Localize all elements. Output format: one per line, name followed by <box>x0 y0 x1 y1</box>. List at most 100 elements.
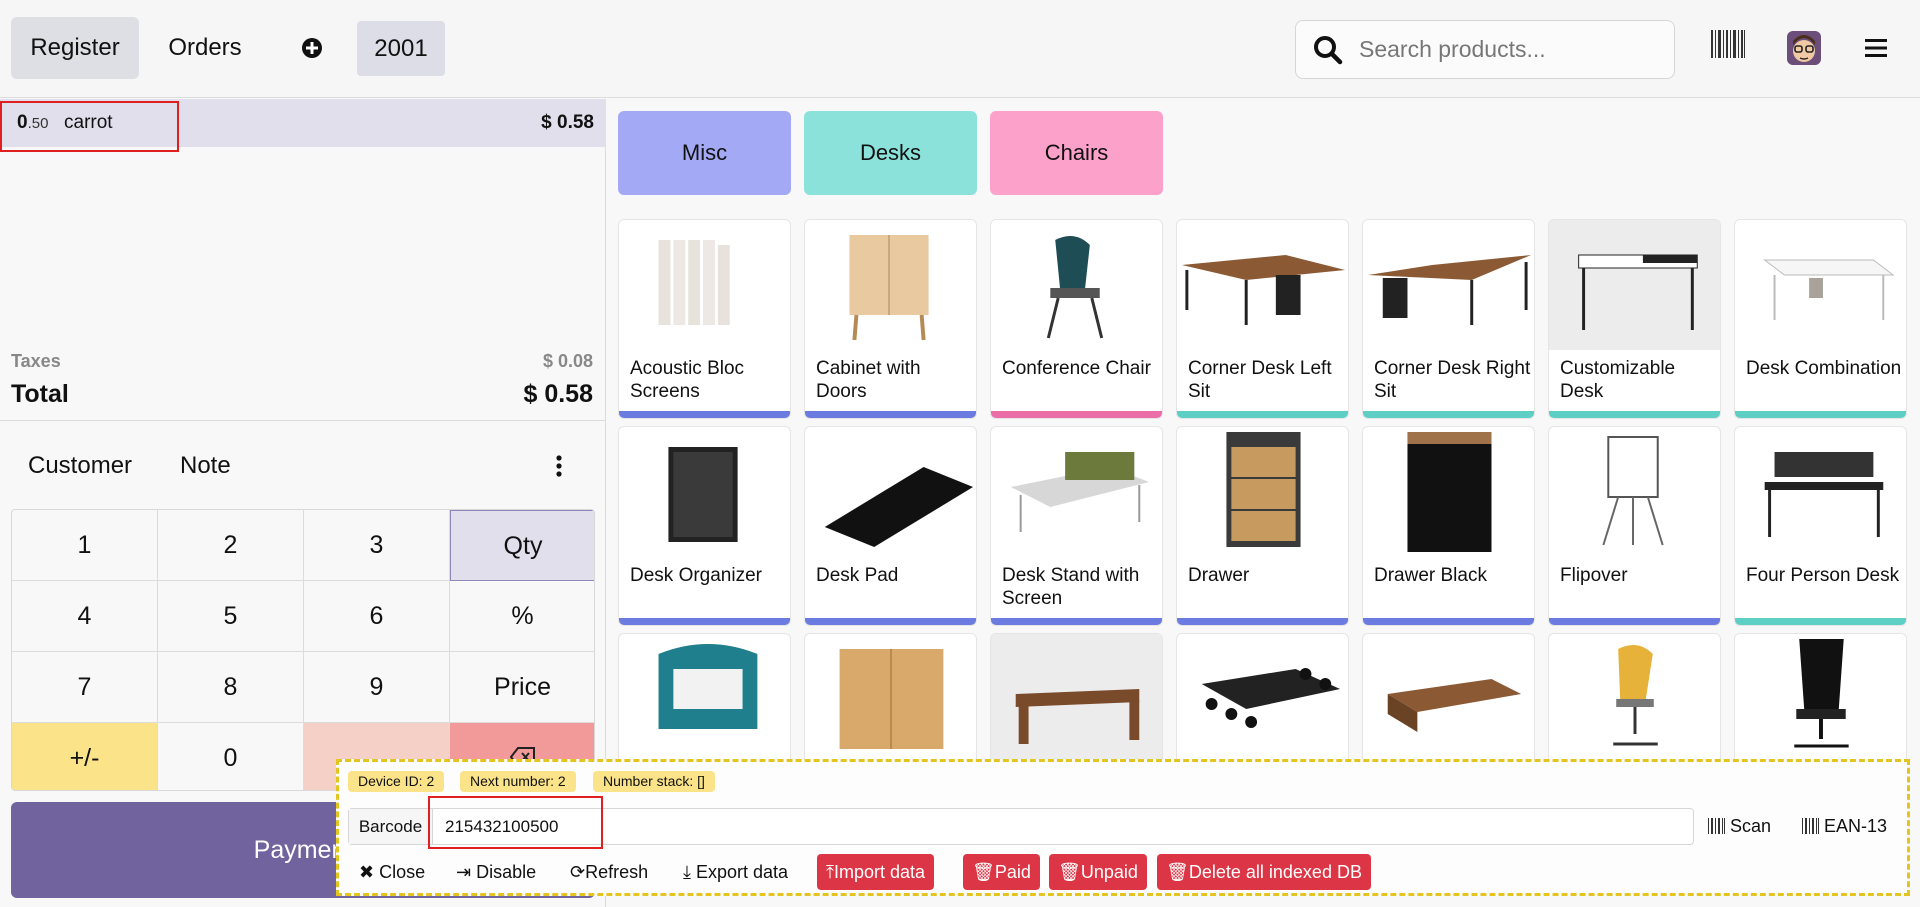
trash-icon: 🗑 <box>972 862 995 882</box>
numpad-key-5[interactable]: 5 <box>158 581 304 652</box>
product-name: Drawer <box>1188 565 1250 586</box>
category-color-bar <box>1363 411 1534 418</box>
note-button[interactable]: Note <box>180 452 231 480</box>
product-image <box>1226 432 1301 547</box>
numpad-discount-mode[interactable]: % <box>450 581 594 652</box>
product-name: Four Person Desk <box>1746 565 1900 586</box>
paid-button[interactable]: 🗑Paid <box>963 854 1040 890</box>
button-label: Export data <box>695 862 789 882</box>
product-image <box>1201 668 1341 728</box>
button-label: Delete all indexed DB <box>1188 862 1362 882</box>
numpad-key-4[interactable]: 4 <box>12 581 158 652</box>
import-data-button[interactable]: ⤒Import data <box>817 854 935 890</box>
user-avatar[interactable] <box>1787 31 1821 65</box>
product-image <box>658 240 730 325</box>
numpad-key-1[interactable]: 1 <box>12 510 158 581</box>
scan-label: Scan <box>1730 816 1772 836</box>
highlight-box <box>0 101 179 152</box>
export-data-button[interactable]: ⤓ Export data <box>674 854 797 890</box>
product-card[interactable]: Drawer Black <box>1362 426 1535 626</box>
button-label: Close <box>379 862 426 882</box>
product-name: Flipover <box>1560 565 1628 586</box>
product-image <box>1367 255 1532 325</box>
current-order-tab[interactable]: 2001 <box>357 21 445 76</box>
numpad-key-6[interactable]: 6 <box>304 581 450 652</box>
product-card[interactable]: Desk Pad <box>804 426 977 626</box>
product-name: Corner Desk Left Sit <box>1188 358 1332 402</box>
total-label: Total <box>11 380 69 408</box>
product-card[interactable]: Flipover <box>1548 426 1721 626</box>
register-button[interactable]: Register <box>11 17 139 79</box>
product-card[interactable]: Drawer <box>1176 426 1349 626</box>
numpad-key-3[interactable]: 3 <box>304 510 450 581</box>
product-name: Desk Pad <box>816 565 899 586</box>
delete-indexed-db-button[interactable]: 🗑Delete all indexed DB <box>1157 854 1371 890</box>
product-name: Desk Organizer <box>630 565 762 586</box>
category-color-bar <box>1549 411 1720 418</box>
numpad: 1 2 3 Qty 4 5 6 % 7 8 9 Price +/- 0 <box>11 509 595 791</box>
numpad-key-9[interactable]: 9 <box>304 652 450 723</box>
product-name: Acoustic Bloc Screens <box>630 358 745 402</box>
product-card[interactable]: Conference Chair <box>990 219 1163 419</box>
product-image <box>1010 452 1150 532</box>
category-misc[interactable]: Misc <box>618 111 791 195</box>
scan-button[interactable]: Scan <box>1708 813 1771 839</box>
number-stack-badge: Number stack: [] <box>593 771 715 792</box>
new-order-button[interactable] <box>290 17 334 79</box>
product-image <box>668 447 738 542</box>
disable-button[interactable]: ⇥ Disable <box>447 854 545 890</box>
category-color-bar <box>619 618 790 625</box>
category-chairs[interactable]: Chairs <box>990 111 1163 195</box>
numpad-sign-toggle[interactable]: +/- <box>12 723 158 790</box>
product-name: Drawer Black <box>1374 565 1487 586</box>
search-input[interactable]: Search products... <box>1359 21 1546 78</box>
barcode-icon[interactable] <box>1711 30 1745 58</box>
order-line-price: $ 0.58 <box>541 112 594 133</box>
close-debug-button[interactable]: ✖ Close <box>350 854 434 890</box>
category-color-bar <box>1177 411 1348 418</box>
numpad-key-7[interactable]: 7 <box>12 652 158 723</box>
refresh-button[interactable]: ⟳Refresh <box>561 854 657 890</box>
category-color-bar <box>619 411 790 418</box>
numpad-key-8[interactable]: 8 <box>158 652 304 723</box>
product-image <box>1613 645 1658 746</box>
product-search[interactable]: Search products... <box>1295 20 1675 79</box>
product-card[interactable]: Acoustic Bloc Screens <box>618 219 791 419</box>
product-card[interactable]: Cabinet with Doors <box>804 219 977 419</box>
category-color-bar <box>805 618 976 625</box>
product-image <box>849 235 929 341</box>
product-card[interactable]: Desk Organizer <box>618 426 791 626</box>
trash-icon: 🗑 <box>1058 862 1081 882</box>
product-card[interactable]: Customizable Desk <box>1548 219 1721 419</box>
button-label: Paid <box>994 862 1031 882</box>
product-image <box>1407 432 1492 552</box>
product-card[interactable]: Desk Combination <box>1734 219 1907 419</box>
more-actions-icon[interactable] <box>556 455 562 477</box>
product-card[interactable]: Four Person Desk <box>1734 426 1907 626</box>
highlight-box <box>428 796 603 849</box>
numpad-key-0[interactable]: 0 <box>158 723 304 790</box>
taxes-value: $ 0.08 <box>542 351 593 371</box>
product-image <box>1794 639 1849 748</box>
barcode-format-button[interactable]: EAN-13 <box>1802 813 1887 839</box>
customer-button[interactable]: Customer <box>28 452 132 480</box>
numpad-qty-mode[interactable]: Qty <box>450 510 594 581</box>
product-card[interactable]: Desk Stand with Screen <box>990 426 1163 626</box>
top-navbar: Register Orders 2001 Search products... <box>0 0 1920 98</box>
device-id-badge: Device ID: 2 <box>348 771 445 792</box>
product-image <box>991 634 1162 764</box>
button-label: Refresh <box>585 862 649 882</box>
menu-icon[interactable] <box>1865 39 1887 57</box>
product-image <box>1764 452 1884 537</box>
product-card[interactable]: Corner Desk Left Sit <box>1176 219 1349 419</box>
orders-button[interactable]: Orders <box>150 17 260 79</box>
numpad-key-2[interactable]: 2 <box>158 510 304 581</box>
button-label: Import data <box>833 862 926 882</box>
barcode-icon <box>1708 818 1725 834</box>
numpad-price-mode[interactable]: Price <box>450 652 594 723</box>
product-card[interactable]: Corner Desk Right Sit <box>1362 219 1535 419</box>
category-desks[interactable]: Desks <box>804 111 977 195</box>
product-name: Conference Chair <box>1002 358 1151 379</box>
unpaid-button[interactable]: 🗑Unpaid <box>1049 854 1147 890</box>
product-name: Desk Stand with Screen <box>1002 565 1140 609</box>
